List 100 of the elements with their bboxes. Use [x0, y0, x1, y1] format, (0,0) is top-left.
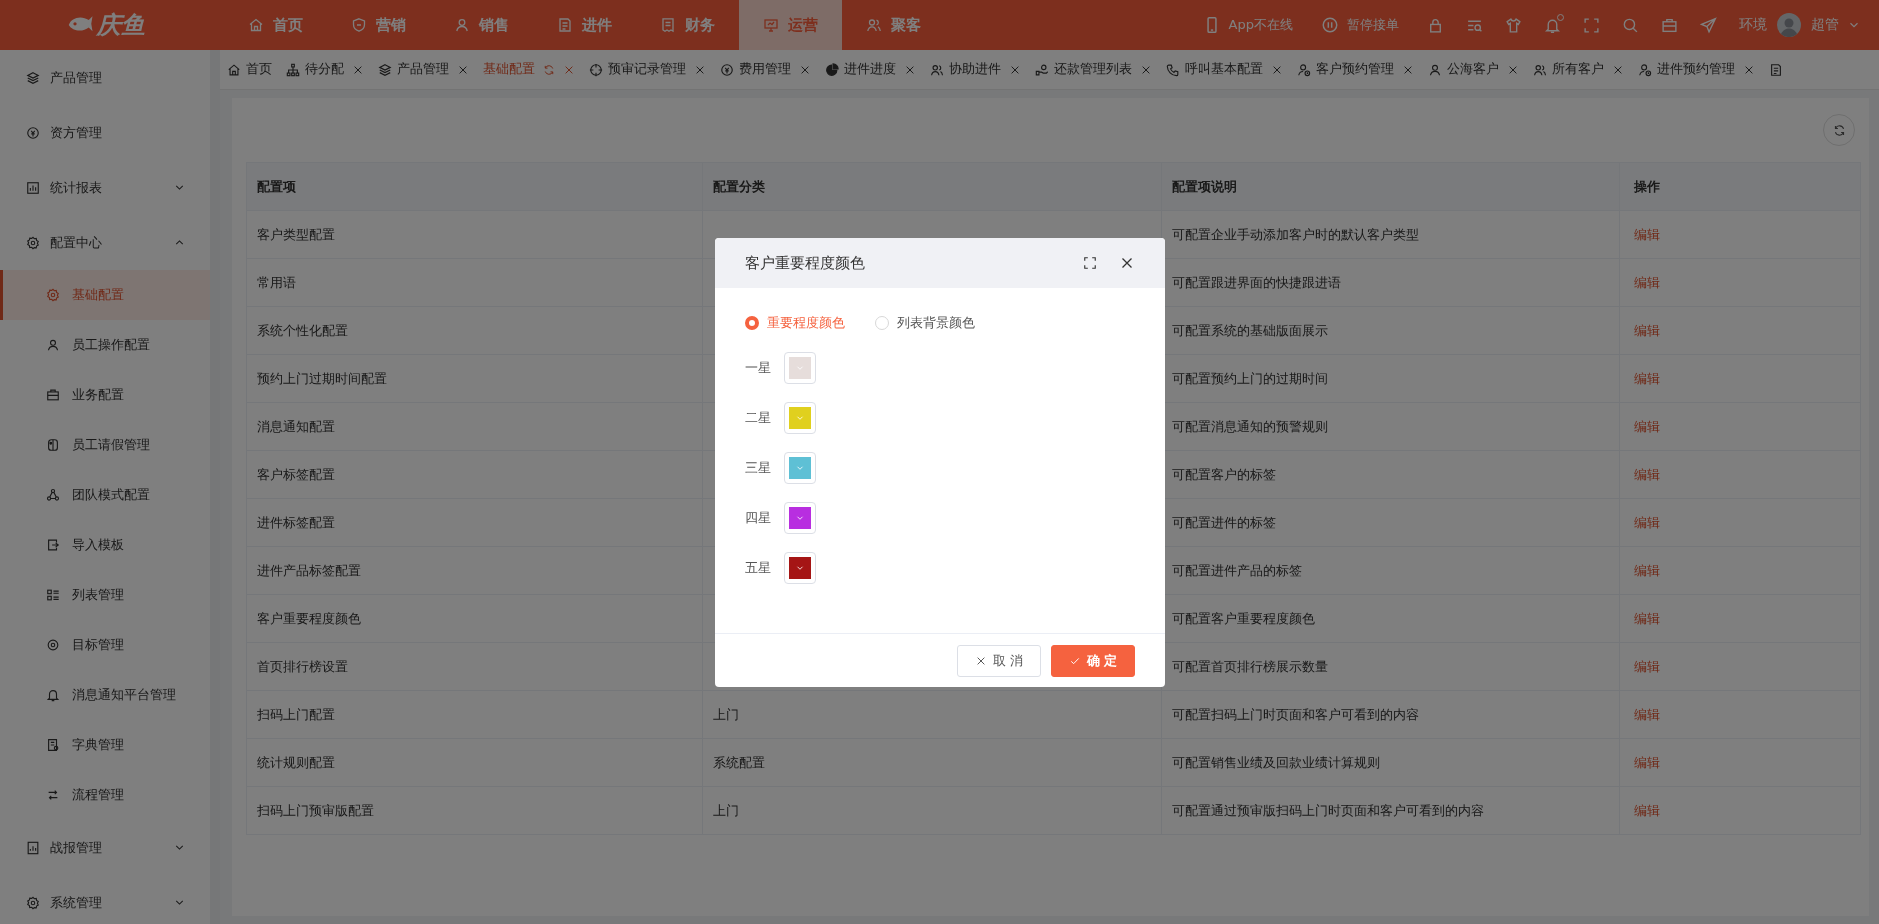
edit-link[interactable]: 编辑 — [1634, 705, 1660, 724]
level-label: 二星 — [745, 409, 771, 427]
nav-item[interactable]: 聚客 — [842, 0, 945, 50]
sidebar-item[interactable]: 产品管理 — [0, 50, 210, 105]
color-picker[interactable] — [784, 552, 816, 584]
radio-option[interactable]: 列表背景颜色 — [875, 314, 975, 332]
tab[interactable]: 公海客户 — [1421, 50, 1526, 89]
sidebar-item[interactable]: 统计报表 — [0, 160, 210, 215]
sidebar-item[interactable]: 配置中心 — [0, 215, 210, 270]
table-cell: 系统配置 — [703, 739, 1162, 786]
edit-link[interactable]: 编辑 — [1634, 513, 1660, 532]
tab[interactable]: 费用管理 — [713, 50, 818, 89]
person-icon — [1428, 62, 1442, 77]
sidebar-item[interactable]: 系统管理 — [0, 875, 210, 924]
table-cell: 上门 — [703, 691, 1162, 738]
gear-icon — [26, 895, 40, 910]
layers-icon — [26, 70, 40, 85]
cancel-button[interactable]: 取 消 — [957, 644, 1041, 677]
target-icon — [46, 638, 60, 652]
gear-icon — [26, 235, 40, 250]
sidebar-item[interactable]: 员工操作配置 — [0, 320, 210, 370]
nav-item[interactable]: 首页 — [224, 0, 327, 50]
confirm-button[interactable]: 确 定 — [1051, 644, 1135, 677]
sidebar-item[interactable]: 基础配置 — [0, 270, 210, 320]
shirt-icon[interactable] — [1505, 16, 1522, 34]
column-header: 配置项说明 — [1162, 163, 1620, 210]
edit-link[interactable]: 编辑 — [1634, 417, 1660, 436]
edit-link[interactable]: 编辑 — [1634, 753, 1660, 772]
color-picker[interactable] — [784, 502, 816, 534]
sidebar-item[interactable]: 目标管理 — [0, 620, 210, 670]
color-picker[interactable] — [784, 402, 816, 434]
nav-item[interactable]: 进件 — [533, 0, 636, 50]
briefcase-icon[interactable] — [1661, 16, 1678, 34]
tab[interactable]: 产品管理 — [371, 50, 476, 89]
color-picker[interactable] — [784, 452, 816, 484]
sidebar-item[interactable]: 字典管理 — [0, 720, 210, 770]
people-icon — [866, 17, 882, 33]
report-icon — [26, 840, 40, 855]
level-label: 四星 — [745, 509, 771, 527]
tab[interactable]: 进件预约管理 — [1631, 50, 1762, 89]
edit-link[interactable]: 编辑 — [1634, 465, 1660, 484]
search-icon[interactable] — [1622, 16, 1639, 34]
edit-link[interactable]: 编辑 — [1634, 801, 1660, 820]
sidebar-item[interactable]: 流程管理 — [0, 770, 210, 820]
nav-item[interactable]: 财务 — [636, 0, 739, 50]
header-action[interactable]: 暂停接单 — [1321, 16, 1399, 34]
sidebar-item[interactable]: 导入模板 — [0, 520, 210, 570]
tab[interactable]: 还款管理列表 — [1028, 50, 1159, 89]
person-clock-icon — [1638, 62, 1652, 77]
paper-plane-icon[interactable] — [1700, 16, 1717, 34]
toggle-icon — [46, 438, 60, 452]
fullscreen-icon[interactable] — [1083, 256, 1097, 270]
gear-icon — [46, 288, 60, 302]
edit-link[interactable]: 编辑 — [1634, 273, 1660, 292]
document-icon[interactable] — [1769, 62, 1783, 77]
edit-link[interactable]: 编辑 — [1634, 561, 1660, 580]
edit-link[interactable]: 编辑 — [1634, 657, 1660, 676]
sidebar-item[interactable]: 资方管理 — [0, 105, 210, 160]
crosshair-icon — [589, 62, 603, 77]
radio-option[interactable]: 重要程度颜色 — [745, 314, 845, 332]
sidebar-item[interactable]: 员工请假管理 — [0, 420, 210, 470]
people-icon — [1533, 62, 1547, 77]
nav-item[interactable]: 销售 — [430, 0, 533, 50]
sidebar-item[interactable]: 消息通知平台管理 — [0, 670, 210, 720]
edit-link[interactable]: 编辑 — [1634, 609, 1660, 628]
shield-icon — [351, 17, 367, 33]
lock-icon[interactable] — [1427, 16, 1444, 34]
refresh-icon — [1832, 123, 1846, 137]
table-cell: 预约上门过期时间配置 — [247, 355, 703, 402]
tab[interactable]: 进件进度 — [818, 50, 923, 89]
header-action[interactable]: App不在线 — [1202, 16, 1293, 34]
table-cell: 客户重要程度颜色 — [247, 595, 703, 642]
tab[interactable]: 待分配 — [279, 50, 371, 89]
table-cell: 首页排行榜设置 — [247, 643, 703, 690]
table-cell: 常用语 — [247, 259, 703, 306]
sidebar-item[interactable]: 战报管理 — [0, 820, 210, 875]
column-header: 配置项 — [247, 163, 703, 210]
tab[interactable]: 预审记录管理 — [582, 50, 713, 89]
person-icon — [454, 17, 470, 33]
color-picker[interactable] — [784, 352, 816, 384]
sidebar-item[interactable]: 团队模式配置 — [0, 470, 210, 520]
document-icon — [557, 17, 573, 33]
level-label: 一星 — [745, 359, 771, 377]
tab[interactable]: 呼叫基本配置 — [1159, 50, 1290, 89]
level-label: 三星 — [745, 459, 771, 477]
tab[interactable]: 客户预约管理 — [1290, 50, 1421, 89]
nav-item[interactable]: 营销 — [327, 0, 430, 50]
table-cell: 可配置销售业绩及回款业绩计算规则 — [1162, 739, 1620, 786]
environment-label[interactable]: 环境 — [1739, 16, 1767, 34]
pause-icon — [1321, 16, 1339, 34]
tab[interactable]: 所有客户 — [1526, 50, 1631, 89]
sidebar-item[interactable]: 列表管理 — [0, 570, 210, 620]
edit-link[interactable]: 编辑 — [1634, 369, 1660, 388]
edit-link[interactable]: 编辑 — [1634, 225, 1660, 244]
edit-link[interactable]: 编辑 — [1634, 321, 1660, 340]
bell-icon[interactable] — [1544, 16, 1561, 34]
user-name[interactable]: 超管 — [1811, 16, 1839, 34]
tab[interactable]: 协助进件 — [923, 50, 1028, 89]
sidebar-item[interactable]: 业务配置 — [0, 370, 210, 420]
tab[interactable]: 首页 — [220, 50, 279, 89]
